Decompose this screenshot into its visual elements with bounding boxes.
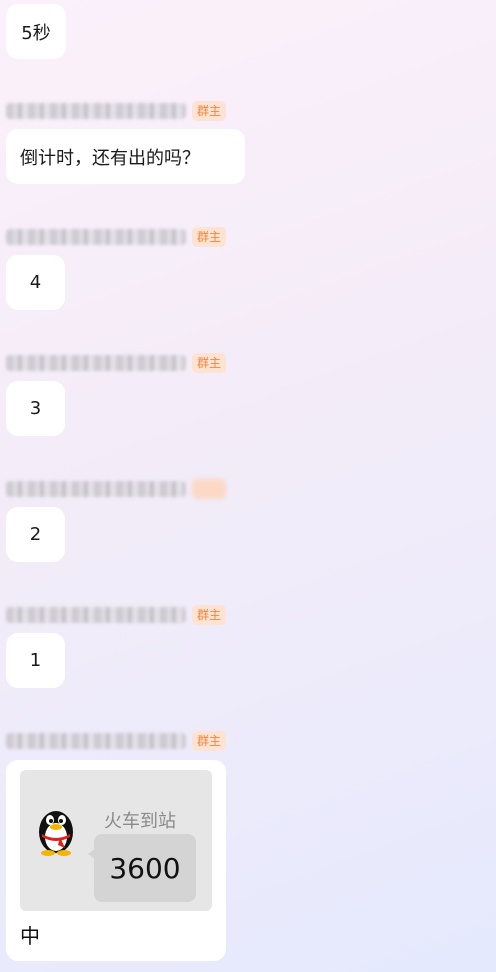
sender-row: 群主 bbox=[6, 99, 227, 123]
card-image[interactable]: 火车到站 3600 bbox=[20, 770, 212, 911]
message-bubble[interactable]: 4 bbox=[6, 255, 65, 310]
card-number: 3600 bbox=[94, 834, 196, 902]
sender-name-redacted bbox=[6, 607, 186, 623]
owner-badge: 群主 bbox=[192, 605, 227, 625]
message-bubble[interactable]: 倒计时，还有出的吗？ bbox=[6, 129, 245, 184]
sender-name-redacted bbox=[6, 229, 186, 245]
message-text: 4 bbox=[29, 272, 42, 293]
message-text: 倒计时，还有出的吗？ bbox=[20, 147, 200, 169]
sender-name-redacted bbox=[6, 103, 186, 119]
owner-badge: 群主 bbox=[192, 353, 227, 373]
message-text: 1 bbox=[29, 650, 42, 671]
sender-row: 群主 bbox=[6, 729, 227, 753]
message-text: 2 bbox=[29, 524, 42, 545]
owner-badge: 群主 bbox=[192, 479, 227, 499]
message-bubble[interactable]: 3 bbox=[6, 381, 65, 436]
owner-badge: 群主 bbox=[192, 227, 227, 247]
sender-row: 群主 bbox=[6, 351, 227, 375]
message-bubble[interactable]: 5秒 bbox=[6, 4, 66, 59]
card-title: 火车到站 bbox=[104, 811, 176, 832]
sender-name-redacted bbox=[6, 481, 186, 497]
owner-badge: 群主 bbox=[192, 731, 227, 751]
message-bubble[interactable]: 2 bbox=[6, 507, 65, 562]
message-bubble[interactable]: 1 bbox=[6, 633, 65, 688]
qq-penguin-icon bbox=[39, 811, 73, 856]
owner-badge: 群主 bbox=[192, 101, 227, 121]
sender-name-redacted bbox=[6, 733, 186, 749]
sender-row: 群主 bbox=[6, 603, 227, 627]
message-text: 3 bbox=[29, 398, 42, 419]
sender-row: 群主 bbox=[6, 225, 227, 249]
sender-name-redacted bbox=[6, 355, 186, 371]
image-message-card[interactable]: 火车到站 3600 中 bbox=[6, 760, 226, 961]
card-caption: 中 bbox=[20, 924, 40, 948]
sender-row: 群主 bbox=[6, 477, 227, 501]
message-text: 5秒 bbox=[21, 22, 51, 44]
